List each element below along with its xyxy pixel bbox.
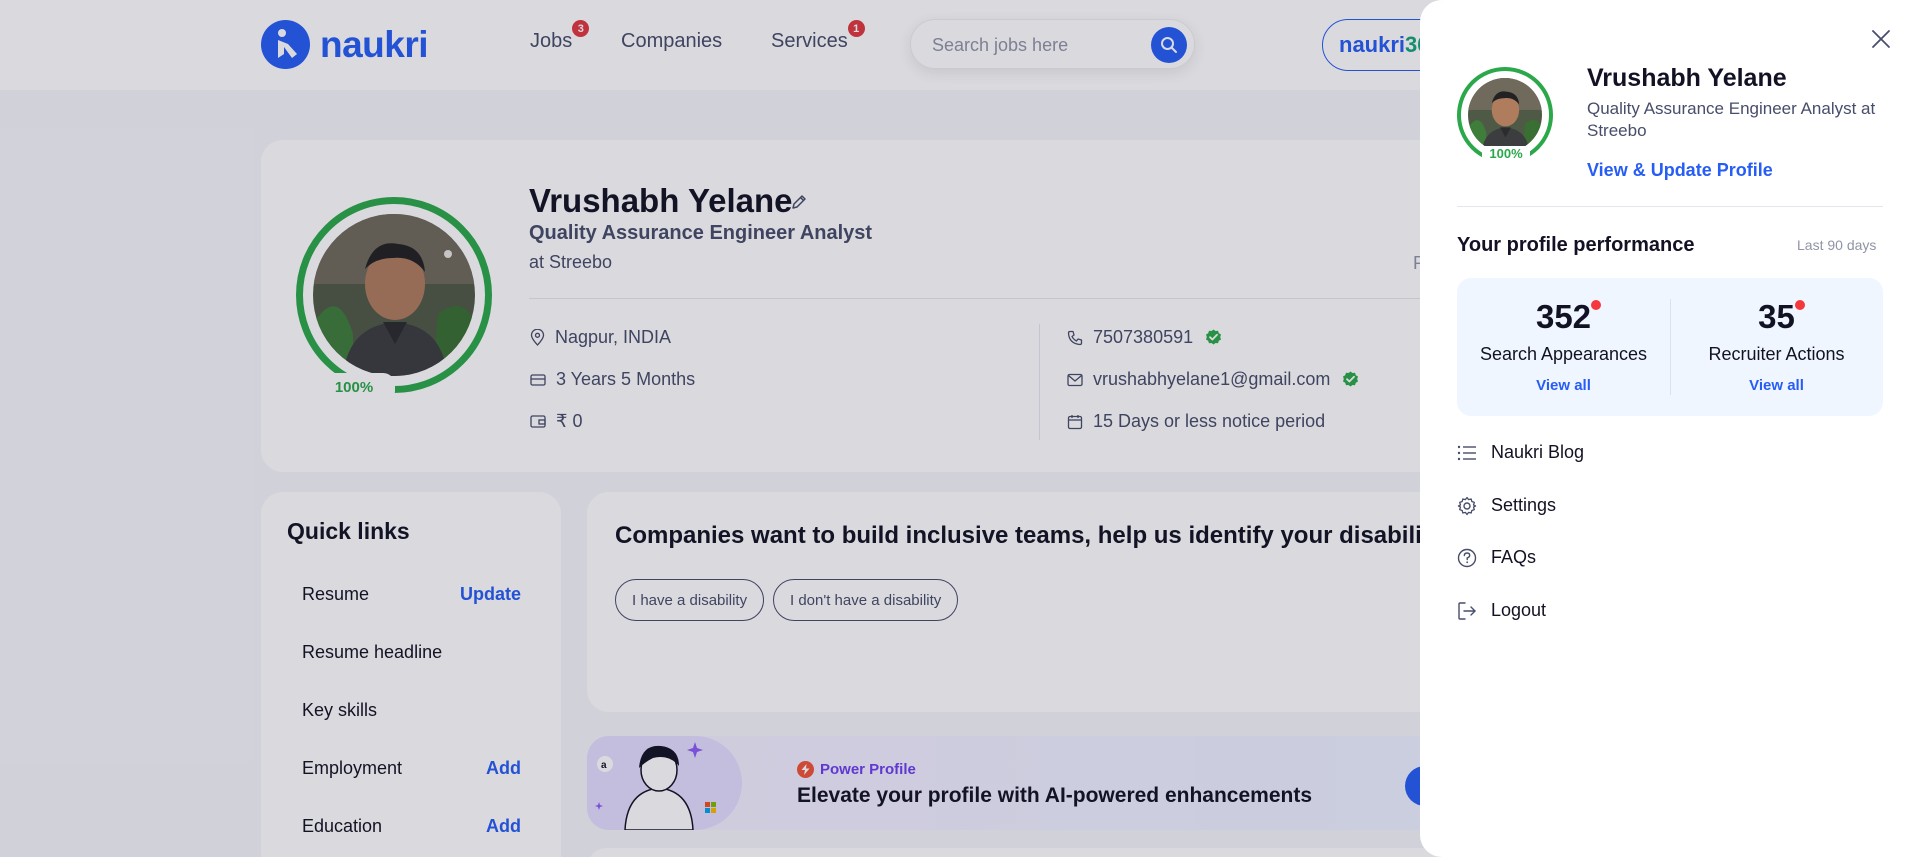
- menu-item-logout[interactable]: Logout: [1457, 600, 1546, 621]
- menu-item-label: Naukri Blog: [1491, 442, 1585, 462]
- close-icon: [1872, 30, 1890, 48]
- menu-item-faqs[interactable]: FAQs: [1457, 547, 1536, 568]
- close-drawer-button[interactable]: [1868, 26, 1894, 52]
- search-appearances-count: 352: [1535, 298, 1602, 336]
- list-icon: [1457, 445, 1476, 460]
- search-appearances-label: Search Appearances: [1479, 344, 1648, 364]
- logout-icon: [1458, 601, 1476, 620]
- profile-performance-title: Your profile performance: [1457, 234, 1695, 256]
- drawer-completion-percent: 100%: [1482, 146, 1530, 164]
- profile-performance-stats: 352 Search Appearances View all 35 Recru…: [1457, 278, 1883, 416]
- view-update-profile-link[interactable]: View & Update Profile: [1587, 160, 1773, 181]
- recruiter-actions-stat: 35 Recruiter Actions View all: [1670, 298, 1883, 394]
- new-indicator-dot: [1794, 300, 1805, 310]
- menu-item-settings[interactable]: Settings: [1457, 495, 1556, 516]
- search-appearances-stat: 352 Search Appearances View all: [1457, 298, 1670, 394]
- profile-drawer: 100% Vrushabh Yelane Quality Assurance E…: [1420, 0, 1920, 857]
- search-appearances-value: 352: [1535, 298, 1592, 335]
- recruiter-actions-label: Recruiter Actions: [1708, 344, 1845, 364]
- drawer-profile-role: Quality Assurance Engineer Analyst at St…: [1587, 99, 1876, 140]
- performance-range: Last 90 days: [1797, 237, 1877, 253]
- recruiter-actions-value: 35: [1758, 298, 1795, 335]
- recruiter-actions-view-all[interactable]: View all: [1670, 377, 1883, 394]
- drawer-profile-name: Vrushabh Yelane: [1587, 64, 1787, 92]
- menu-item-naukri-blog[interactable]: Naukri Blog: [1457, 442, 1584, 463]
- gear-icon: [1457, 496, 1477, 515]
- new-indicator-dot: [1591, 300, 1602, 310]
- menu-item-label: Logout: [1491, 600, 1547, 620]
- recruiter-actions-count: 35: [1758, 298, 1805, 336]
- help-icon: [1457, 548, 1477, 567]
- menu-item-label: Settings: [1491, 495, 1557, 515]
- search-appearances-view-all[interactable]: View all: [1457, 377, 1670, 394]
- divider: [1457, 206, 1883, 207]
- drawer-avatar[interactable]: [1468, 78, 1542, 152]
- menu-item-label: FAQs: [1491, 547, 1537, 567]
